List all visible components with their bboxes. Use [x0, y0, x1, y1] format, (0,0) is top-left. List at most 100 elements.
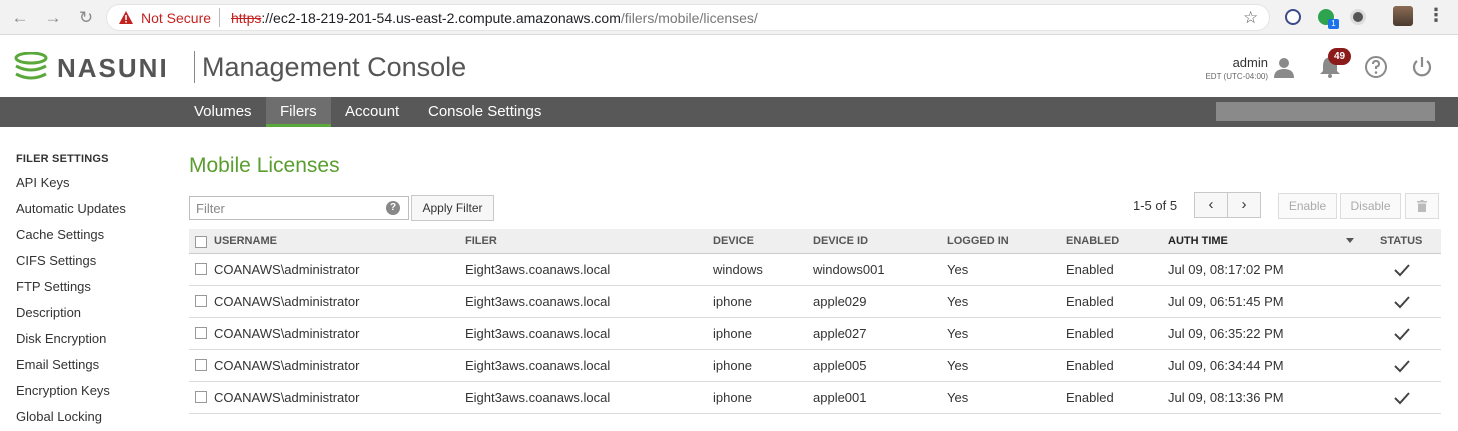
address-bar[interactable]: Not Secure https://ec2-18-219-201-54.us-…	[106, 4, 1270, 31]
brand-divider	[194, 51, 195, 83]
cell-enabled: Enabled	[1066, 262, 1114, 277]
tab-console-settings[interactable]: Console Settings	[414, 97, 555, 127]
check-icon	[1394, 360, 1410, 373]
sidebar-item-cifs-settings[interactable]: CIFS Settings	[16, 253, 96, 268]
nav-search-field[interactable]	[1216, 102, 1435, 121]
app-header: NASUNI Management Console admin EDT (UTC…	[0, 35, 1458, 97]
trash-icon	[1417, 200, 1427, 212]
delete-button[interactable]	[1405, 193, 1439, 219]
cell-device-id: apple027	[813, 326, 867, 341]
console-title: Management Console	[202, 52, 467, 82]
star-icon[interactable]: ☆	[1243, 8, 1258, 28]
table-row[interactable]: COANAWS\administrator Eight3aws.coanaws.…	[189, 318, 1441, 350]
cell-auth-time: Jul 09, 06:34:44 PM	[1168, 358, 1284, 373]
filter-help-icon[interactable]: ?	[386, 201, 400, 215]
warning-icon	[119, 11, 133, 24]
col-logged-in[interactable]: LOGGED IN	[947, 235, 1009, 247]
tab-account[interactable]: Account	[331, 97, 413, 127]
row-checkbox[interactable]	[195, 295, 207, 307]
cell-username: COANAWS\administrator	[214, 326, 360, 341]
cell-device: windows	[713, 262, 763, 277]
cell-auth-time: Jul 09, 06:51:45 PM	[1168, 294, 1284, 309]
back-icon[interactable]: ←	[9, 7, 31, 29]
enable-button[interactable]: Enable	[1278, 193, 1337, 219]
licenses-table: USERNAME FILER DEVICE DEVICE ID LOGGED I…	[189, 229, 1441, 414]
sidebar-item-api-keys[interactable]: API Keys	[16, 175, 69, 190]
reload-icon[interactable]: ↻	[75, 7, 97, 29]
chevron-right-icon[interactable]: ›	[1227, 192, 1261, 218]
row-checkbox[interactable]	[195, 359, 207, 371]
cell-logged-in: Yes	[947, 390, 969, 405]
col-auth-time[interactable]: AUTH TIME	[1168, 235, 1228, 247]
url-separator	[219, 8, 220, 27]
main-nav: Volumes Filers Account Console Settings	[0, 97, 1458, 127]
power-icon[interactable]	[1410, 55, 1434, 79]
select-all-checkbox[interactable]	[195, 236, 207, 248]
cell-enabled: Enabled	[1066, 326, 1114, 341]
extension-circle-icon[interactable]	[1350, 9, 1366, 25]
cell-enabled: Enabled	[1066, 294, 1114, 309]
disable-button[interactable]: Disable	[1340, 193, 1401, 219]
apply-filter-button[interactable]: Apply Filter	[411, 195, 494, 221]
col-username[interactable]: USERNAME	[214, 235, 277, 247]
cell-logged-in: Yes	[947, 358, 969, 373]
sort-down-icon[interactable]	[1346, 238, 1354, 243]
check-icon	[1394, 296, 1410, 309]
user-icon[interactable]	[1272, 55, 1296, 79]
col-filer[interactable]: FILER	[465, 235, 497, 247]
cell-device-id: apple001	[813, 390, 867, 405]
check-icon	[1394, 328, 1410, 341]
sidebar-item-description[interactable]: Description	[16, 305, 81, 320]
page-title: Mobile Licenses	[189, 154, 340, 177]
url-path: /filers/mobile/licenses/	[620, 10, 758, 26]
cell-username: COANAWS\administrator	[214, 358, 360, 373]
cell-filer: Eight3aws.coanaws.local	[465, 262, 611, 277]
row-checkbox[interactable]	[195, 263, 207, 275]
col-device[interactable]: DEVICE	[713, 235, 754, 247]
cell-device: iphone	[713, 358, 753, 373]
sidebar-item-automatic-updates[interactable]: Automatic Updates	[16, 201, 126, 216]
sidebar-item-encryption-keys[interactable]: Encryption Keys	[16, 383, 110, 398]
sidebar-item-ftp-settings[interactable]: FTP Settings	[16, 279, 91, 294]
cell-device-id: apple005	[813, 358, 867, 373]
browser-menu-icon[interactable]: ⋮	[1427, 5, 1445, 26]
sidebar-item-cache-settings[interactable]: Cache Settings	[16, 227, 104, 242]
filter-input[interactable]	[189, 196, 409, 220]
profile-avatar[interactable]	[1393, 6, 1413, 26]
cell-username: COANAWS\administrator	[214, 262, 360, 277]
sidebar-heading: FILER SETTINGS	[16, 153, 109, 165]
forward-icon[interactable]: →	[42, 7, 64, 29]
cell-filer: Eight3aws.coanaws.local	[465, 294, 611, 309]
cell-device: iphone	[713, 294, 753, 309]
table-row[interactable]: COANAWS\administrator Eight3aws.coanaws.…	[189, 350, 1441, 382]
sidebar-item-global-locking[interactable]: Global Locking	[16, 409, 102, 424]
security-label[interactable]: Not Secure	[141, 10, 211, 26]
extension-shield-icon[interactable]	[1285, 9, 1301, 25]
table-row[interactable]: COANAWS\administrator Eight3aws.coanaws.…	[189, 254, 1441, 286]
cell-auth-time: Jul 09, 08:17:02 PM	[1168, 262, 1284, 277]
cell-auth-time: Jul 09, 08:13:36 PM	[1168, 390, 1284, 405]
check-icon	[1394, 392, 1410, 405]
table-row[interactable]: COANAWS\administrator Eight3aws.coanaws.…	[189, 382, 1441, 414]
user-name[interactable]: admin	[1233, 55, 1268, 70]
col-enabled[interactable]: ENABLED	[1066, 235, 1119, 247]
row-checkbox[interactable]	[195, 327, 207, 339]
cell-device: iphone	[713, 326, 753, 341]
col-device-id[interactable]: DEVICE ID	[813, 235, 868, 247]
chevron-left-icon[interactable]: ‹	[1194, 192, 1228, 218]
help-icon[interactable]	[1364, 55, 1388, 79]
brand-name: NASUNI	[57, 53, 169, 83]
row-checkbox[interactable]	[195, 391, 207, 403]
sidebar-item-disk-encryption[interactable]: Disk Encryption	[16, 331, 106, 346]
tab-filers[interactable]: Filers	[266, 97, 331, 127]
pager-count: 1-5 of 5	[1133, 198, 1178, 213]
cell-username: COANAWS\administrator	[214, 294, 360, 309]
col-status[interactable]: STATUS	[1380, 235, 1422, 247]
table-row[interactable]: COANAWS\administrator Eight3aws.coanaws.…	[189, 286, 1441, 318]
cell-filer: Eight3aws.coanaws.local	[465, 358, 611, 373]
notification-badge[interactable]: 49	[1328, 48, 1351, 65]
tab-volumes[interactable]: Volumes	[180, 97, 266, 127]
url-text[interactable]: https://ec2-18-219-201-54.us-east-2.comp…	[231, 10, 758, 26]
sidebar-item-email-settings[interactable]: Email Settings	[16, 357, 99, 372]
check-icon	[1394, 264, 1410, 277]
